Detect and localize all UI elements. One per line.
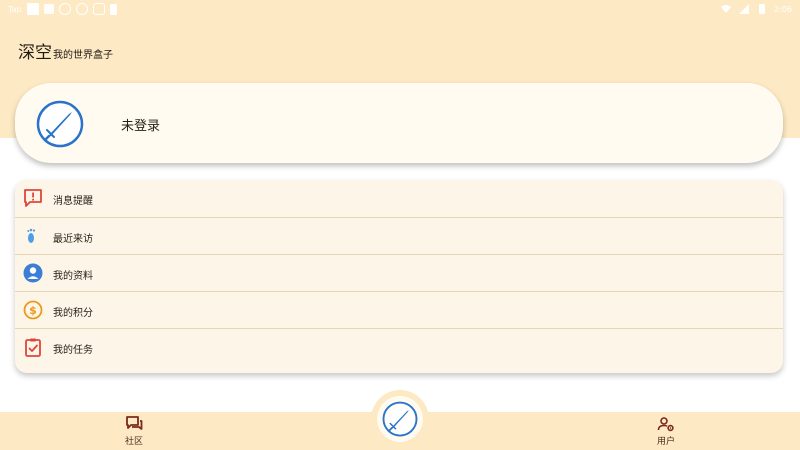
login-status-text: 未登录 [121, 119, 161, 134]
menu-item-label: 消息提醒 [53, 196, 93, 207]
menu-card: 消息提醒 最近来访 我的资料 $ 我的积分 我的任务 [15, 180, 783, 373]
app-title-sub: 我的世界盒子 [53, 50, 113, 61]
menu-item-points[interactable]: $ 我的积分 [15, 291, 783, 328]
app-title: 深空 我的世界盒子 [18, 38, 113, 63]
menu-item-messages[interactable]: 消息提醒 [15, 180, 783, 217]
menu-item-tasks[interactable]: 我的任务 [15, 328, 783, 365]
settings-icon [92, 3, 105, 15]
battery-icon [759, 4, 766, 14]
menu-item-label: 我的资料 [53, 271, 93, 282]
home-fab-button[interactable] [377, 396, 423, 442]
status-right: 2:06 [720, 3, 792, 15]
sim-icon [109, 3, 117, 15]
user-login-card[interactable]: 未登录 [15, 83, 783, 163]
sword-logo-icon [36, 100, 84, 148]
home-fab-ring [371, 390, 429, 448]
signal-icon [739, 4, 750, 14]
menu-item-label: 我的任务 [53, 345, 93, 356]
image-icon [43, 4, 54, 14]
status-bar: Tap 2:06 [0, 0, 800, 20]
footprints-icon [27, 228, 36, 243]
nav-community-label: 社区 [124, 437, 143, 447]
app-title-main: 深空 [18, 43, 52, 63]
status-left: Tap [8, 3, 117, 15]
cn-icon [58, 3, 71, 15]
svg-text:$: $ [29, 304, 37, 317]
nav-tab-community[interactable]: 社区 [104, 416, 164, 450]
cn2-icon [75, 3, 88, 15]
clock-text: 2:06 [774, 4, 792, 14]
profile-icon [23, 263, 43, 283]
menu-item-profile[interactable]: 我的资料 [15, 254, 783, 291]
menu-item-recent-visitors[interactable]: 最近来访 [15, 217, 783, 254]
nav-user-label: 用户 [656, 437, 675, 447]
carrier-text: Tap [8, 4, 22, 14]
wifi-icon [721, 5, 732, 13]
task-clipboard-icon [25, 338, 41, 357]
sword-logo-icon [382, 401, 418, 437]
message-alert-icon [24, 189, 42, 207]
nav-tab-user[interactable]: 用户 [636, 416, 696, 450]
community-icon [126, 416, 143, 430]
coin-icon: $ [23, 300, 43, 320]
notification-icon [26, 3, 39, 15]
user-settings-icon [657, 417, 674, 432]
menu-item-label: 最近来访 [53, 234, 93, 245]
menu-item-label: 我的积分 [53, 308, 93, 319]
